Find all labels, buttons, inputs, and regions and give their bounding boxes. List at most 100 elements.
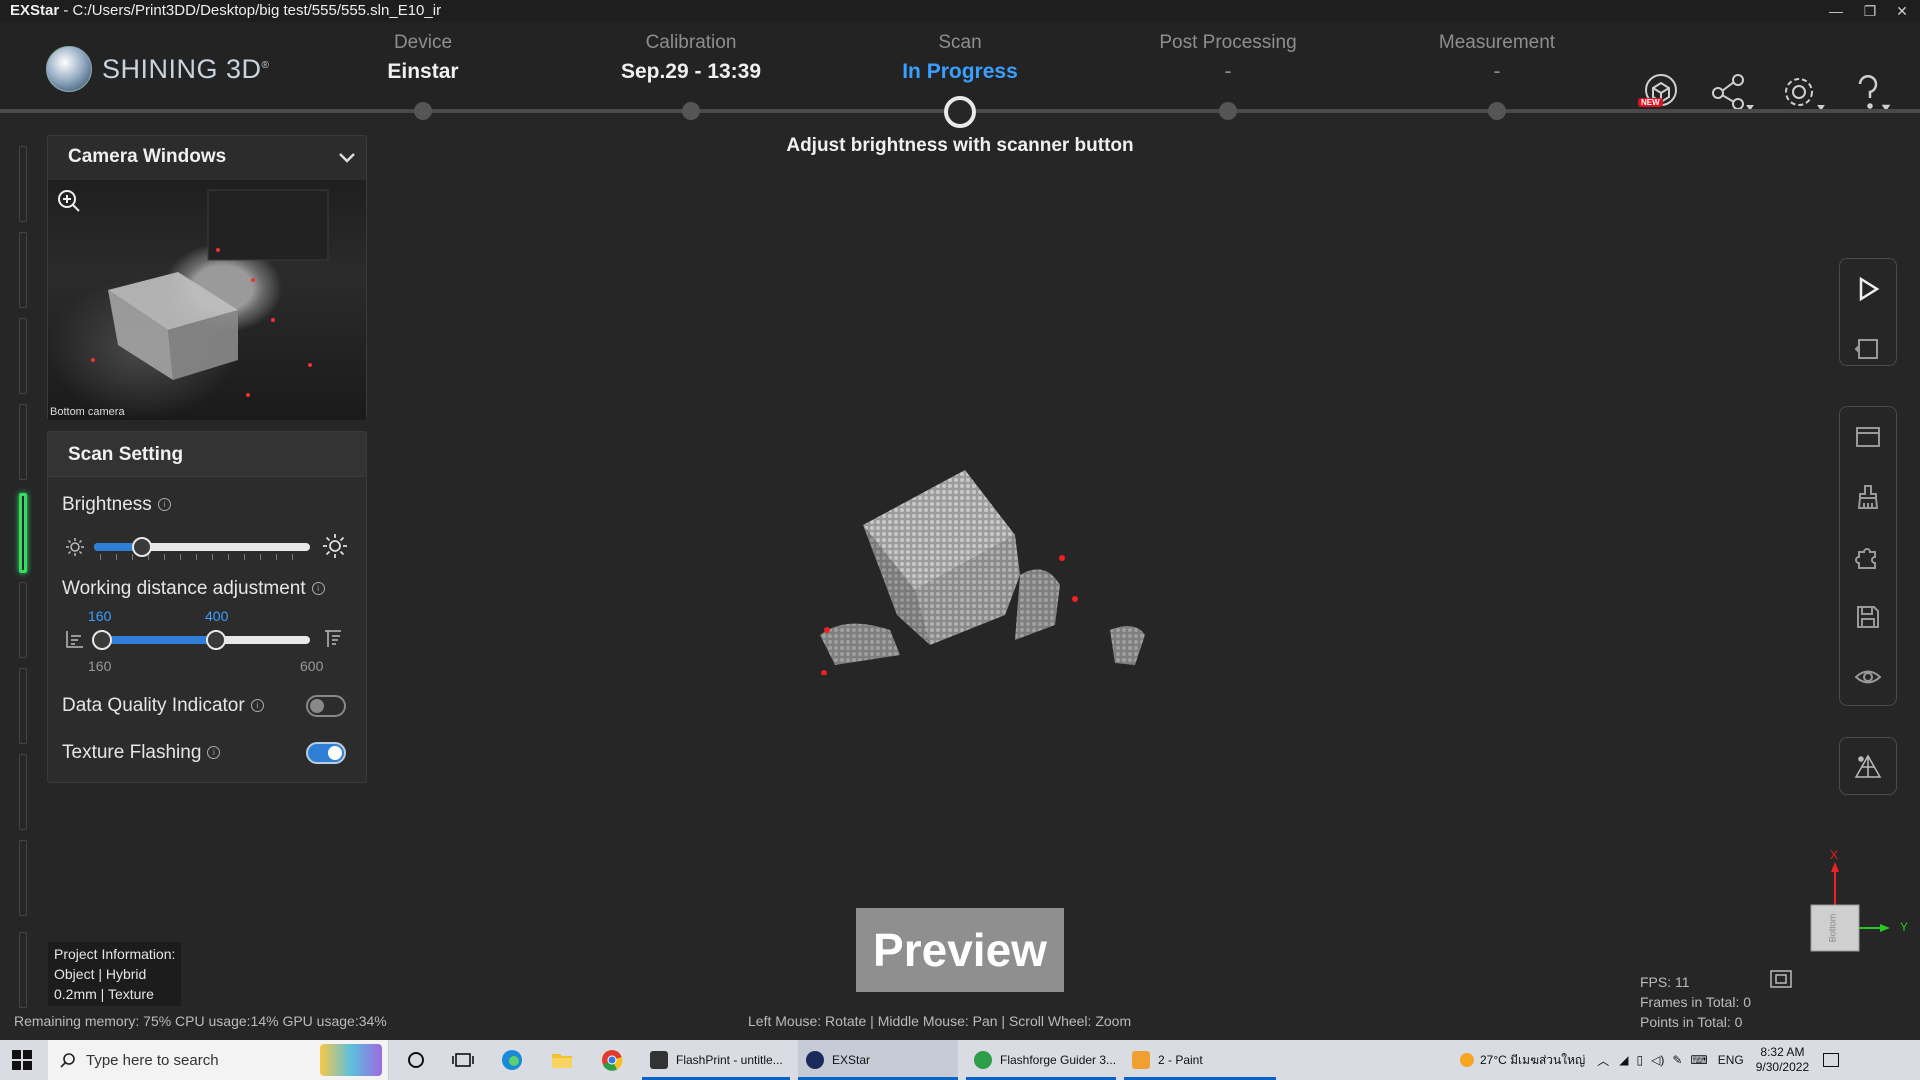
scanned-point-cloud[interactable]	[815, 465, 1155, 676]
scan-stats: FPS: 11 Frames in Total: 0 Points in Tot…	[1640, 972, 1751, 1032]
step-device[interactable]: Device Einstar	[313, 32, 533, 84]
step-calibration[interactable]: Calibration Sep.29 - 13:39	[581, 32, 801, 84]
taskbar-app-label: FlashPrint - untitle...	[676, 1053, 783, 1067]
save-icon[interactable]	[1840, 587, 1896, 647]
eye-icon[interactable]	[1840, 647, 1896, 707]
fit-view-icon[interactable]	[1770, 970, 1792, 988]
strip-segment	[19, 318, 27, 394]
data-quality-toggle[interactable]	[306, 695, 346, 717]
distance-far-icon	[322, 628, 344, 650]
camera-label: Bottom camera	[50, 406, 125, 418]
step-measurement[interactable]: Measurement -	[1387, 32, 1607, 84]
clock[interactable]: 8:32 AM 9/30/2022	[1756, 1045, 1809, 1075]
window-panel-icon[interactable]	[1840, 407, 1896, 467]
texture-flashing-toggle[interactable]	[306, 742, 346, 764]
logo-globe-icon	[46, 46, 92, 92]
step-post-processing[interactable]: Post Processing -	[1118, 32, 1338, 84]
weather-text[interactable]: 27°C มีเมฆส่วนใหญ่	[1480, 1051, 1585, 1070]
data-quality-label: Data Quality Indicator	[62, 695, 245, 716]
step-label: Measurement	[1438, 32, 1556, 53]
battery-icon[interactable]: ▯	[1636, 1053, 1643, 1067]
search-icon	[60, 1053, 75, 1068]
scan-setting-header: Scan Setting	[48, 432, 366, 477]
taskbar-app-exstar[interactable]: EXStar	[798, 1040, 958, 1080]
play-icon[interactable]	[1840, 259, 1896, 319]
system-usage-status: Remaining memory: 75% CPU usage:14% GPU …	[14, 1013, 387, 1029]
paint-app-icon	[1132, 1051, 1150, 1069]
chevron-down-icon[interactable]	[336, 146, 358, 168]
fps-readout: FPS: 11	[1640, 974, 1690, 990]
camera-panel-title: Camera Windows	[68, 146, 227, 167]
info-icon[interactable]: i	[250, 699, 264, 713]
volume-icon[interactable]: ◁)	[1651, 1053, 1664, 1067]
taskbar-app-flashforge-guider[interactable]: Flashforge Guider 3...	[966, 1040, 1116, 1080]
brand-logo: SHINING 3D®	[46, 46, 269, 92]
working-distance-high-handle[interactable]	[206, 630, 226, 650]
info-icon[interactable]: i	[157, 498, 171, 512]
strip-segment	[19, 840, 27, 916]
taskbar-app-flashprint[interactable]: FlashPrint - untitle...	[642, 1040, 790, 1080]
close-button[interactable]: ✕	[1888, 0, 1916, 22]
taskbar-app-label: EXStar	[832, 1053, 871, 1067]
keyboard-icon[interactable]: ⌨	[1690, 1053, 1707, 1067]
preview-button[interactable]: Preview	[856, 908, 1064, 992]
brightness-high-icon	[322, 533, 348, 559]
clock-date: 9/30/2022	[1755, 1060, 1810, 1074]
data-quality-setting: Data Quality Indicator i	[62, 695, 264, 717]
mesh-triangle-icon[interactable]	[1840, 738, 1896, 794]
step-scan[interactable]: Scan In Progress	[850, 32, 1070, 84]
step-label: Post Processing	[1159, 32, 1297, 53]
mouse-controls-hint: Left Mouse: Rotate | Middle Mouse: Pan |…	[748, 1013, 1132, 1029]
brightness-slider-handle[interactable]	[132, 537, 152, 557]
chrome-icon[interactable]	[600, 1048, 624, 1072]
flashprint-app-icon	[650, 1051, 668, 1069]
working-distance-low-handle[interactable]	[92, 630, 112, 650]
step-label: Scan	[938, 32, 982, 53]
project-info-line-2: 0.2mm | Texture	[54, 986, 154, 1002]
step-node-measurement	[1488, 102, 1506, 120]
orientation-axes[interactable]: X Y Bottom	[1800, 848, 1910, 960]
brush-clean-icon[interactable]	[1840, 467, 1896, 527]
working-distance-max: 600	[300, 658, 324, 674]
notification-icon[interactable]	[1823, 1053, 1840, 1067]
chevron-up-icon[interactable]: ︿	[1597, 1052, 1609, 1069]
pen-icon[interactable]: ✎	[1672, 1053, 1682, 1067]
texture-flashing-setting: Texture Flashing i	[62, 742, 221, 764]
texture-flashing-label: Texture Flashing	[62, 742, 202, 763]
restore-button[interactable]: ❐	[1856, 0, 1884, 22]
stop-icon[interactable]	[1840, 319, 1896, 379]
step-label: Device	[393, 32, 453, 53]
strip-segment-active	[19, 493, 27, 573]
search-placeholder: Type here to search	[86, 1051, 219, 1069]
system-tray: 27°C มีเมฆส่วนใหญ่ ︿ ◢ ▯ ◁) ✎ ⌨ ENG 8:32…	[1460, 1040, 1840, 1080]
brightness-label: Brightness	[62, 494, 152, 515]
taskbar-search-box[interactable]: Type here to search	[48, 1040, 389, 1080]
working-distance-label: Working distance adjustment	[62, 578, 306, 599]
working-distance-high-value: 400	[205, 608, 229, 624]
taskbar-app-label: 2 - Paint	[1158, 1053, 1203, 1067]
chrome-app-icon	[974, 1051, 992, 1069]
minimize-button[interactable]: —	[1822, 0, 1850, 22]
view-cube-face-label: Bottom	[1827, 913, 1838, 943]
brightness-ticks	[100, 554, 304, 560]
taskbar-app-paint[interactable]: 2 - Paint	[1124, 1040, 1276, 1080]
info-icon[interactable]: i	[207, 746, 221, 760]
cortana-icon[interactable]	[404, 1048, 428, 1072]
language-indicator[interactable]: ENG	[1718, 1053, 1744, 1067]
info-icon[interactable]: i	[311, 582, 325, 596]
bottom-camera-feed: Bottom camera	[48, 180, 366, 420]
exstar-app-icon	[806, 1051, 824, 1069]
scan-hint: Adjust brightness with scanner button	[786, 135, 1134, 156]
puzzle-icon[interactable]	[1840, 527, 1896, 587]
working-distance-min: 160	[88, 658, 112, 674]
step-node-post-processing	[1219, 102, 1237, 120]
zoom-in-icon[interactable]	[54, 186, 84, 216]
task-view-icon[interactable]	[451, 1048, 475, 1072]
network-icon[interactable]: ◢	[1619, 1053, 1628, 1067]
strip-segment	[19, 146, 27, 222]
step-node-scan-current	[944, 96, 976, 128]
axis-x-label: X	[1830, 848, 1839, 862]
file-explorer-icon[interactable]	[550, 1048, 574, 1072]
windows-start-icon[interactable]	[12, 1050, 32, 1070]
edge-browser-icon[interactable]	[500, 1048, 524, 1072]
